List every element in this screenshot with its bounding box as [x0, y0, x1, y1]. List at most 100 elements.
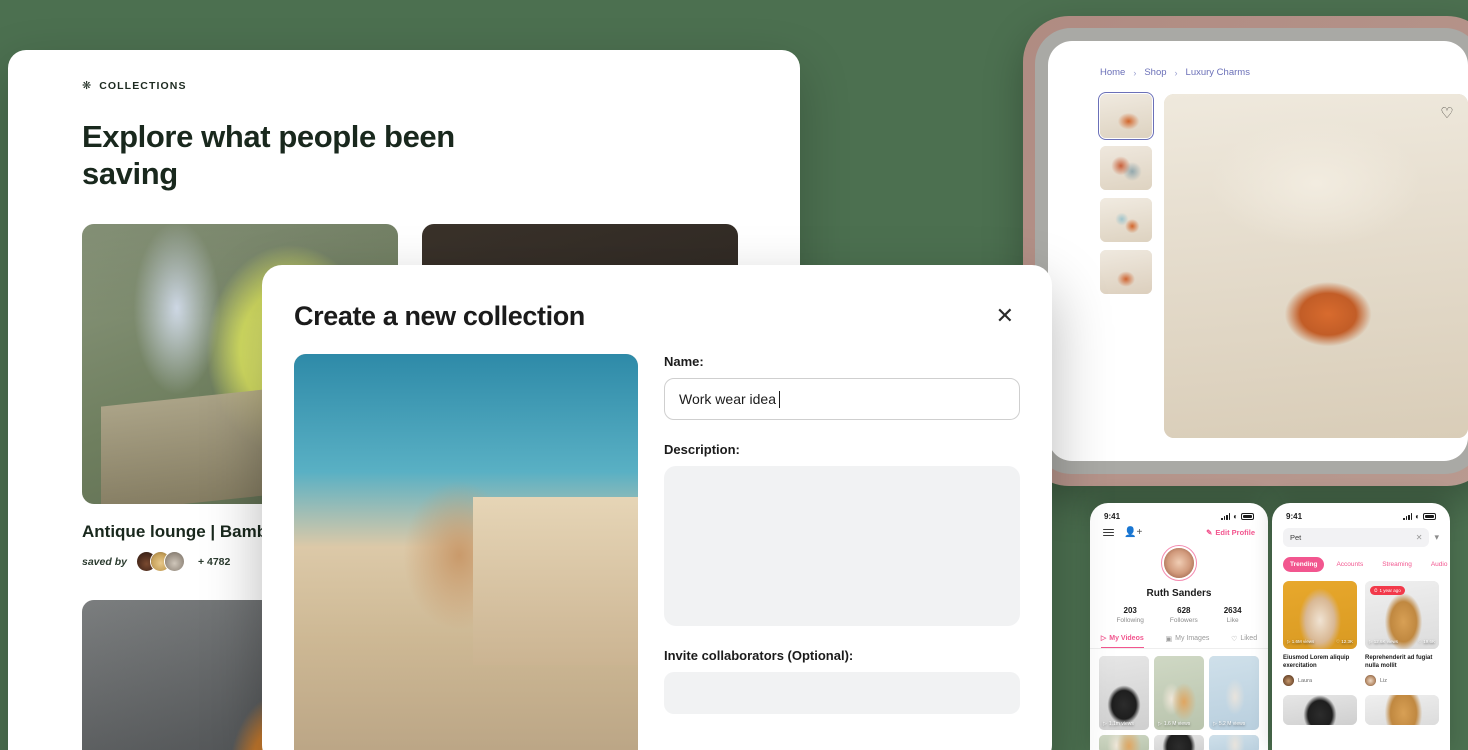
edit-profile-button[interactable]: ✎ Edit Profile — [1206, 528, 1255, 537]
breadcrumb: Home › Shop › Luxury Charms — [1100, 67, 1468, 78]
saver-avatars — [135, 551, 185, 573]
wifi-icon: ◐ — [1233, 512, 1238, 521]
battery-icon — [1423, 513, 1436, 520]
name-input-value: Work wear idea — [679, 391, 777, 407]
filter-chips: Trending Accounts Streaming Audio — [1272, 547, 1450, 572]
avatar — [163, 551, 185, 573]
tab-label: My Videos — [1109, 634, 1144, 642]
phone-search-mockup: 9:41 ◐ Pet ✕ ▾ Trending Accounts Streami… — [1272, 503, 1450, 750]
breadcrumb-item-shop[interactable]: Shop — [1144, 67, 1166, 78]
profile-name: Ruth Sanders — [1146, 588, 1212, 599]
add-user-icon[interactable]: 👤+ — [1124, 527, 1142, 538]
status-indicators: ◐ — [1221, 512, 1254, 521]
status-time: 9:41 — [1286, 512, 1303, 521]
pencil-icon: ✎ — [1206, 528, 1213, 537]
filter-icon[interactable]: ▾ — [1434, 532, 1439, 543]
author-name: Laura — [1298, 677, 1313, 684]
chip-accounts[interactable]: Accounts — [1329, 557, 1370, 572]
collection-cover-image[interactable] — [294, 354, 638, 750]
collaborators-input[interactable] — [664, 672, 1020, 714]
tab-liked[interactable]: ♡ Liked — [1231, 634, 1257, 648]
play-icon: ▷ — [1369, 639, 1373, 644]
description-label: Description: — [664, 442, 740, 457]
play-icon: ▷ — [1287, 639, 1291, 644]
chip-trending[interactable]: Trending — [1283, 557, 1325, 572]
video-thumbnail[interactable]: ▷ 1.1m views — [1099, 656, 1149, 730]
video-thumbnail[interactable] — [1154, 735, 1204, 750]
stat-likes[interactable]: 2634 Like — [1224, 606, 1242, 624]
stat-value: 628 — [1177, 606, 1191, 615]
breadcrumb-item-home[interactable]: Home — [1100, 67, 1125, 78]
page-title: Explore what people been saving — [82, 119, 455, 192]
product-thumbnail-1[interactable] — [1098, 92, 1154, 140]
avatar[interactable] — [1161, 545, 1197, 581]
stat-following[interactable]: 203 Following — [1116, 606, 1143, 624]
chip-streaming[interactable]: Streaming — [1375, 557, 1419, 572]
heart-icon: ♡ — [1417, 639, 1422, 644]
product-thumbnail-3[interactable] — [1100, 198, 1152, 242]
text-cursor — [779, 390, 781, 408]
play-icon: ▷ — [1100, 635, 1107, 642]
video-views: ▷ 1.1m views — [1103, 721, 1134, 727]
video-thumbnail[interactable] — [1209, 735, 1259, 750]
stat-value: 2634 — [1223, 606, 1242, 615]
feed-author[interactable]: Liz — [1365, 675, 1439, 687]
feed-thumbnail[interactable] — [1283, 695, 1357, 726]
close-icon[interactable]: ✕ — [1416, 533, 1423, 542]
product-thumbnail-4[interactable] — [1100, 250, 1152, 294]
video-thumbnail[interactable] — [1099, 735, 1149, 750]
feed-title: Reprehenderit ad fugiat nulla mollit — [1365, 655, 1433, 670]
name-input[interactable]: Work wear idea — [664, 378, 1020, 420]
feed-author[interactable]: Laura — [1283, 675, 1357, 687]
screenshot-stage: ❋ COLLECTIONS Explore what people been s… — [0, 0, 1468, 750]
view-count: ▷ 1.6M views — [1287, 639, 1315, 644]
feed-thumbnail: ⏱ 1 year ago ▷ 12.6K views ♡ 19.6K — [1365, 581, 1439, 649]
hamburger-menu-icon[interactable] — [1103, 528, 1114, 537]
feed-thumbnail[interactable] — [1365, 695, 1439, 726]
edit-profile-label: Edit Profile — [1215, 528, 1255, 537]
image-icon: ▣ — [1165, 635, 1173, 643]
heart-icon[interactable]: ♡ — [1438, 106, 1456, 124]
gemstone-ring-photo — [1164, 94, 1468, 438]
description-input[interactable] — [664, 466, 1020, 626]
signal-icon — [1221, 513, 1231, 520]
view-count: ▷ 12.6K views — [1369, 639, 1398, 644]
thumbnail-column — [1098, 92, 1154, 438]
play-icon: ▷ — [1213, 721, 1217, 727]
search-feed-row2 — [1272, 695, 1450, 726]
feed-thumbnail: ▷ 1.6M views ♡ 12.3K — [1283, 581, 1357, 649]
play-icon: ▷ — [1158, 721, 1162, 727]
status-indicators: ◐ — [1403, 512, 1436, 521]
search-input[interactable]: Pet ✕ — [1283, 528, 1430, 547]
extra-savers-count: + 4782 — [197, 555, 231, 568]
close-icon[interactable]: ✕ — [990, 301, 1020, 331]
profile-header: 👤+ ✎ Edit Profile — [1090, 525, 1268, 538]
video-thumbnail[interactable]: ▷ 5.2 M views — [1209, 656, 1259, 730]
search-feed: ▷ 1.6M views ♡ 12.3K Eiusmod Lorem aliqu… — [1272, 572, 1450, 695]
chip-audio[interactable]: Audio — [1424, 557, 1450, 572]
clock-icon: ⏱ — [1374, 588, 1378, 593]
avatar — [1365, 675, 1376, 687]
wifi-icon: ◐ — [1415, 512, 1420, 521]
tab-label: Liked — [1240, 635, 1258, 642]
status-bar: 9:41 ◐ — [1090, 503, 1268, 525]
video-thumbnail[interactable]: ▷ 1.6 M views — [1154, 656, 1204, 730]
status-bar: 9:41 ◐ — [1272, 503, 1450, 525]
profile-block: Ruth Sanders 203 Following 628 Followers… — [1090, 545, 1268, 624]
product-hero-image: ♡ — [1164, 94, 1468, 438]
modal-header: Create a new collection ✕ — [294, 301, 1020, 332]
stat-label: Like — [1226, 617, 1239, 624]
feed-stats: ▷ 12.6K views ♡ 19.6K — [1369, 639, 1435, 645]
play-icon: ▷ — [1103, 721, 1107, 727]
video-views: ▷ 5.2 M views — [1213, 721, 1246, 727]
tab-my-images[interactable]: ▣ My Images — [1165, 634, 1209, 648]
tablet-device-frame: Home › Shop › Luxury Charms ♡ — [1023, 16, 1468, 486]
tab-my-videos[interactable]: ▷ My Videos — [1100, 634, 1144, 648]
chevron-right-icon: › — [1174, 67, 1178, 78]
stat-followers[interactable]: 628 Followers — [1170, 606, 1198, 624]
feed-card[interactable]: ⏱ 1 year ago ▷ 12.6K views ♡ 19.6K Repreh… — [1365, 581, 1439, 687]
product-gallery: ♡ — [1098, 92, 1468, 438]
feed-card[interactable]: ▷ 1.6M views ♡ 12.3K Eiusmod Lorem aliqu… — [1283, 581, 1357, 687]
heart-icon: ♡ — [1231, 635, 1238, 643]
product-thumbnail-2[interactable] — [1100, 146, 1152, 190]
